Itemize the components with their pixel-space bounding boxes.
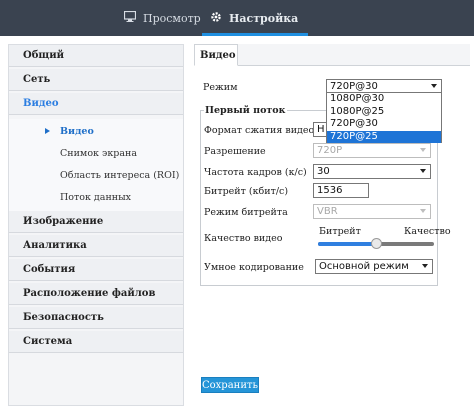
chevron-down-icon [420,209,426,213]
mode-option[interactable]: 1080P@25 [327,106,441,119]
sidebar-item-image[interactable]: Изображение [9,211,183,233]
mode-select-value: 720P@30 [330,81,378,92]
tab-settings[interactable]: Настройка [201,0,309,36]
save-button[interactable]: Сохранить [201,377,259,393]
sidebar: Общий Сеть Видео Видео Снимок экрана Обл… [8,44,184,406]
tab-view[interactable]: Просмотр [123,0,201,36]
quality-left-label: Битрейт [319,226,361,237]
chevron-down-icon [431,84,437,88]
mode-option[interactable]: 1080P@30 [327,93,441,106]
sidebar-item-general[interactable]: Общий [9,45,183,67]
bitrate-mode-select-value: VBR [317,206,338,217]
top-navigation-bar: Просмотр Настройка [0,0,474,36]
active-arrow-icon [45,128,50,134]
mode-option[interactable]: 720P@30 [327,118,441,131]
tab-view-label: Просмотр [143,11,201,25]
bitrate-mode-select[interactable]: VBR [313,204,431,219]
monitor-icon [123,10,137,25]
resolution-select-value: 720P [317,145,343,156]
tab-settings-label: Настройка [229,11,299,25]
sidebar-subitem-data-stream[interactable]: Поток данных [9,187,183,208]
sidebar-subitem-snapshot[interactable]: Снимок экрана [9,143,183,164]
sidebar-item-file-location[interactable]: Расположение файлов [9,283,183,305]
sidebar-item-events[interactable]: События [9,259,183,281]
bitrate-label: Битрейт (кбит/с) [204,186,289,197]
quality-right-label: Качество [404,226,451,237]
smart-coding-select-value: Основной режим [319,261,409,272]
sidebar-item-system[interactable]: Система [9,331,183,353]
chevron-down-icon [420,169,426,173]
tab-video[interactable]: Видео [194,44,238,66]
first-stream-legend: Первый поток [204,105,287,116]
sidebar-item-video[interactable]: Видео [9,93,183,115]
compression-select-value: H [317,124,325,135]
smart-coding-select[interactable]: Основной режим [315,259,433,274]
chevron-down-icon [422,264,428,268]
framerate-select[interactable]: 30 [313,164,431,179]
sidebar-subitem-video[interactable]: Видео [9,121,183,142]
framerate-select-value: 30 [317,166,330,177]
sidebar-item-network[interactable]: Сеть [9,69,183,91]
bitrate-input[interactable]: 1536 [313,183,369,198]
quality-slider-handle[interactable] [370,238,382,249]
mode-dropdown-list: 1080P@30 1080P@25 720P@30 720P@25 [326,92,442,143]
mode-option-highlighted[interactable]: 720P@25 [327,130,441,143]
chevron-down-icon [420,148,426,152]
quality-label: Качество видео [204,233,283,244]
video-submenu: Видео Снимок экрана Область интереса (RO… [9,119,183,215]
framerate-label: Частота кадров (к/с) [204,167,307,178]
gear-icon [210,11,222,26]
sidebar-item-analytics[interactable]: Аналитика [9,235,183,257]
resolution-label: Разрешение [204,146,266,157]
content-tab-bar: Видео [194,44,470,66]
sidebar-item-security[interactable]: Безопасность [9,307,183,329]
mode-label: Режим [203,82,238,93]
resolution-select[interactable]: 720P [313,143,431,158]
compression-label: Формат сжатия видео [204,125,315,136]
sidebar-subitem-label: Видео [60,126,94,137]
quality-slider-fill [318,242,376,246]
bitrate-mode-label: Режим битрейта [204,207,288,218]
sidebar-subitem-roi[interactable]: Область интереса (ROI) [9,165,183,186]
smart-coding-label: Умное кодирование [204,262,304,273]
